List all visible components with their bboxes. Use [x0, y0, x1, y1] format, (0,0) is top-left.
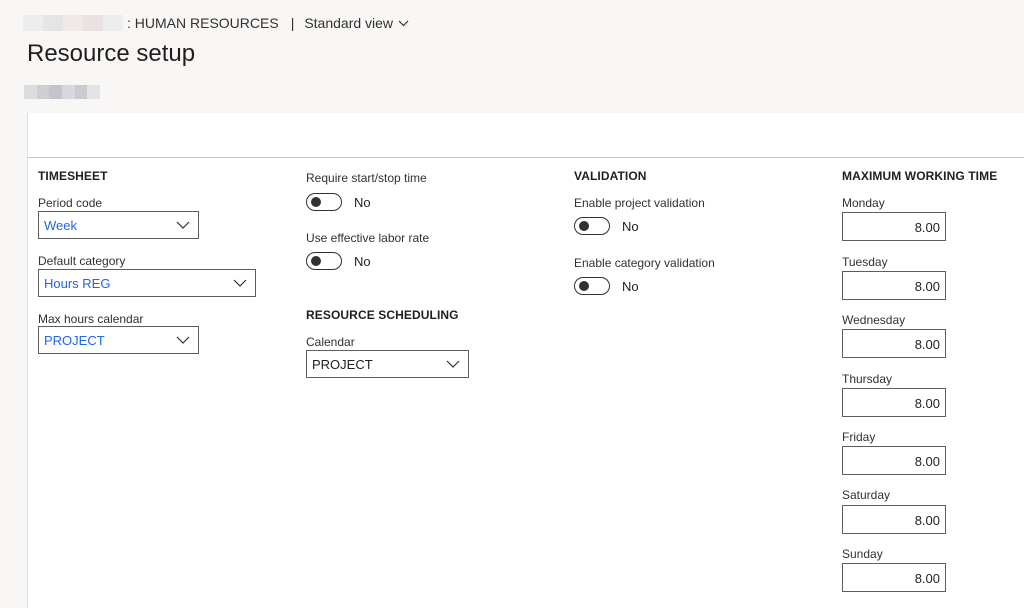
- chevron-down-icon: [176, 336, 190, 344]
- max-hours-calendar-select[interactable]: PROJECT: [38, 326, 199, 354]
- setup-card: TIMESHEET Period code Week Default categ…: [27, 113, 1024, 608]
- view-label: Standard view: [304, 15, 394, 31]
- chevron-down-icon: [176, 221, 190, 229]
- page-title: Resource setup: [27, 40, 196, 67]
- saturday-label: Saturday: [842, 488, 891, 502]
- chevron-down-icon: [398, 20, 409, 26]
- tuesday-label: Tuesday: [842, 255, 888, 269]
- default-category-label: Default category: [38, 254, 126, 268]
- max-hours-calendar-value: PROJECT: [44, 332, 105, 348]
- module-name: : HUMAN RESOURCES: [127, 15, 279, 31]
- calendar-value: PROJECT: [312, 356, 373, 372]
- toggle-switch[interactable]: [574, 217, 610, 235]
- toggle-knob: [311, 197, 321, 207]
- toggle-knob: [579, 221, 589, 231]
- monday-label: Monday: [842, 196, 885, 210]
- max-working-time-title: MAXIMUM WORKING TIME: [842, 169, 998, 183]
- timesheet-title: TIMESHEET: [38, 169, 108, 183]
- friday-label: Friday: [842, 430, 876, 444]
- toggle-switch[interactable]: [574, 277, 610, 295]
- toggle-switch[interactable]: [306, 252, 342, 270]
- sunday-label: Sunday: [842, 547, 883, 561]
- monday-hours-input[interactable]: 8.00: [842, 212, 946, 241]
- calendar-select[interactable]: PROJECT: [306, 350, 469, 378]
- period-code-select[interactable]: Week: [38, 211, 199, 239]
- toggle-knob: [311, 256, 321, 266]
- category-validation-label: Enable category validation: [574, 256, 715, 270]
- require-start-stop-toggle[interactable]: No: [306, 193, 371, 211]
- thursday-hours-input[interactable]: 8.00: [842, 388, 946, 417]
- wednesday-label: Wednesday: [842, 313, 906, 327]
- wednesday-hours-input[interactable]: 8.00: [842, 329, 946, 358]
- effective-labor-rate-label: Use effective labor rate: [306, 231, 430, 245]
- chevron-down-icon: [233, 279, 247, 287]
- require-start-stop-label: Require start/stop time: [306, 171, 427, 185]
- category-validation-toggle[interactable]: No: [574, 277, 639, 295]
- calendar-label: Calendar: [306, 335, 355, 349]
- project-validation-label: Enable project validation: [574, 196, 705, 210]
- default-category-select[interactable]: Hours REG: [38, 269, 256, 297]
- toggle-switch[interactable]: [306, 193, 342, 211]
- thursday-label: Thursday: [842, 372, 893, 386]
- max-hours-calendar-label: Max hours calendar: [38, 312, 144, 326]
- chevron-down-icon: [446, 360, 460, 368]
- default-category-value: Hours REG: [44, 275, 111, 291]
- record-name-redacted: [24, 85, 101, 99]
- view-selector[interactable]: Standard view: [304, 15, 409, 31]
- friday-hours-input[interactable]: 8.00: [842, 446, 946, 475]
- toggle-knob: [579, 281, 589, 291]
- validation-title: VALIDATION: [574, 169, 647, 183]
- toggle-state: No: [354, 194, 371, 210]
- toggle-state: No: [354, 253, 371, 269]
- resource-scheduling-title: RESOURCE SCHEDULING: [306, 308, 459, 322]
- sunday-hours-input[interactable]: 8.00: [842, 563, 946, 592]
- toggle-state: No: [622, 278, 639, 294]
- company-name-redacted: [23, 15, 123, 31]
- saturday-hours-input[interactable]: 8.00: [842, 505, 946, 534]
- period-code-value: Week: [44, 217, 77, 233]
- period-code-label: Period code: [38, 196, 103, 210]
- breadcrumb-separator: |: [290, 15, 295, 31]
- effective-labor-rate-toggle[interactable]: No: [306, 252, 371, 270]
- breadcrumb: : HUMAN RESOURCES | Standard view: [23, 8, 409, 38]
- toggle-state: No: [622, 218, 639, 234]
- project-validation-toggle[interactable]: No: [574, 217, 639, 235]
- card-header-strip: [28, 113, 1024, 158]
- tuesday-hours-input[interactable]: 8.00: [842, 271, 946, 300]
